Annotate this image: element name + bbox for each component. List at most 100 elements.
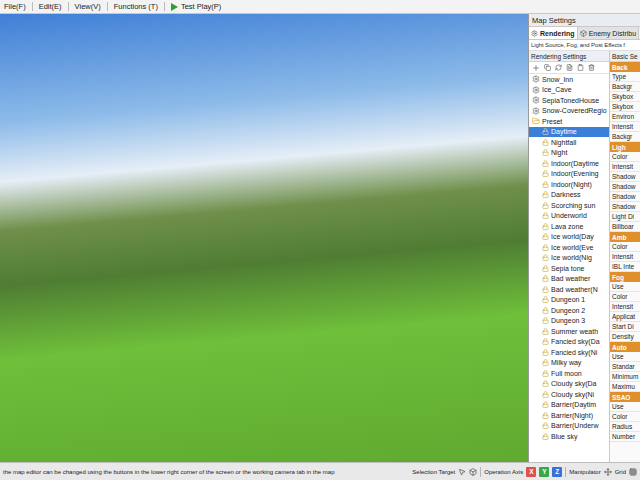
property-row: Radius <box>610 422 640 432</box>
list-item[interactable]: Dungeon 1 <box>529 295 609 306</box>
property-group-header[interactable]: Amb <box>610 232 640 242</box>
status-hint: the map editor can be changed using the … <box>3 469 335 475</box>
gear-icon <box>531 30 538 37</box>
list-item[interactable]: Ice_Cave <box>529 85 609 96</box>
list-item[interactable]: Darkness <box>529 190 609 201</box>
property-row: Shadow <box>610 202 640 212</box>
grid-label: Grid <box>615 469 626 475</box>
copy-icon[interactable] <box>544 64 551 71</box>
lock-icon <box>542 401 549 408</box>
gear-icon <box>532 96 540 104</box>
list-item[interactable]: Bad weather <box>529 274 609 285</box>
lock-icon <box>542 139 549 146</box>
panel-tab[interactable]: Rendering <box>529 27 578 39</box>
list-item[interactable]: Ice world(Eve <box>529 242 609 253</box>
list-item[interactable]: Lava zone <box>529 221 609 232</box>
lock-icon <box>542 338 549 345</box>
add-icon[interactable] <box>532 64 540 72</box>
test-play-button[interactable]: Test Play(P) <box>171 2 221 11</box>
list-item[interactable]: Bad weather(N <box>529 284 609 295</box>
property-row: Light Di <box>610 212 640 222</box>
axis-button[interactable]: Y <box>539 467 549 477</box>
property-row: Number <box>610 432 640 442</box>
move-icon[interactable] <box>604 468 612 476</box>
map-viewport[interactable] <box>0 14 528 462</box>
lock-icon <box>542 296 549 303</box>
list-item[interactable]: Nightfall <box>529 137 609 148</box>
lock-icon <box>542 433 549 440</box>
cube-icon[interactable] <box>469 468 477 476</box>
list-item[interactable]: Blue sky <box>529 431 609 442</box>
property-row: Maximu <box>610 382 640 392</box>
gear-icon <box>532 107 540 115</box>
gear-icon <box>532 86 540 94</box>
menu-item[interactable]: View(V) <box>75 2 101 11</box>
list-item[interactable]: Indoor(Night) <box>529 179 609 190</box>
menu-item[interactable]: Edit(E) <box>39 2 62 11</box>
list-item[interactable]: Dungeon 2 <box>529 305 609 316</box>
list-item[interactable]: Daytime <box>529 127 609 138</box>
lock-icon <box>542 286 549 293</box>
list-item[interactable]: Summer weath <box>529 326 609 337</box>
list-item[interactable]: Indoor(Evening <box>529 169 609 180</box>
axis-button[interactable]: Z <box>552 467 562 477</box>
axis-button[interactable]: X <box>526 467 536 477</box>
property-row: Color <box>610 292 640 302</box>
lock-icon <box>542 160 549 167</box>
property-group-header[interactable]: Fog <box>610 272 640 282</box>
panel-tab[interactable]: Enemy Distribu <box>578 27 639 39</box>
lock-icon <box>542 359 549 366</box>
editor-body: Map SettingsRenderingEnemy DistribuLight… <box>0 14 640 462</box>
property-row: Billboar <box>610 222 640 232</box>
lock-icon <box>542 317 549 324</box>
property-group-header[interactable]: Back <box>610 62 640 72</box>
paste-icon[interactable] <box>577 64 584 71</box>
list-item[interactable]: Cloudy sky(Ni <box>529 389 609 400</box>
selection-target-label: Selection Target <box>412 469 455 475</box>
lock-icon <box>542 212 549 219</box>
list-item[interactable]: Underworld <box>529 211 609 222</box>
menu-item[interactable]: File(F) <box>4 2 26 11</box>
status-bar: the map editor can be changed using the … <box>0 462 640 480</box>
list-item[interactable]: Night <box>529 148 609 159</box>
list-item[interactable]: Snow-CoveredRegio <box>529 106 609 117</box>
property-row: Minimum <box>610 372 640 382</box>
pointer-icon[interactable] <box>458 468 466 476</box>
document-icon[interactable] <box>566 64 573 71</box>
list-item[interactable]: SepiaTonedHouse <box>529 95 609 106</box>
property-row: Intensit <box>610 122 640 132</box>
settings-columns: Rendering SettingsSnow_InnIce_CaveSepiaT… <box>529 51 640 462</box>
list-item[interactable]: Fancied sky(Ni <box>529 347 609 358</box>
list-item[interactable]: Indoor(Daytime <box>529 158 609 169</box>
list-item[interactable]: Barrier(Daytim <box>529 400 609 411</box>
list-item[interactable]: Ice world(Day <box>529 232 609 243</box>
grid-icon[interactable] <box>629 468 637 476</box>
list-item[interactable]: Full moon <box>529 368 609 379</box>
list-item[interactable]: Ice world(Nig <box>529 253 609 264</box>
property-row: Color <box>610 412 640 422</box>
property-row: Use <box>610 282 640 292</box>
list-item[interactable]: Cloudy sky(Da <box>529 379 609 390</box>
list-item[interactable]: Barrier(Underw <box>529 421 609 432</box>
lock-icon <box>542 170 549 177</box>
property-row: Start Di <box>610 322 640 332</box>
refresh-icon[interactable] <box>555 64 562 71</box>
lock-icon <box>542 202 549 209</box>
list-item[interactable]: Dungeon 3 <box>529 316 609 327</box>
list-item[interactable]: Preset <box>529 116 609 127</box>
list-item[interactable]: Scorching sun <box>529 200 609 211</box>
property-group-header[interactable]: Auto <box>610 342 640 352</box>
property-group-header[interactable]: SSAO <box>610 392 640 402</box>
property-group-header[interactable]: Ligh <box>610 142 640 152</box>
property-row: Shadow <box>610 182 640 192</box>
list-item[interactable]: Snow_Inn <box>529 74 609 85</box>
list-item[interactable]: Milky way <box>529 358 609 369</box>
list-item[interactable]: Barrier(Night) <box>529 410 609 421</box>
menu-item[interactable]: Functions (T) <box>114 2 158 11</box>
properties-column: Basic SeBackTypeBackgrSkyboxSkyboxEnviro… <box>610 51 640 462</box>
trash-icon[interactable] <box>588 64 595 71</box>
folder-open-icon <box>532 117 540 125</box>
status-controls: Selection TargetOperation AxisXYZManipul… <box>412 467 637 477</box>
list-item[interactable]: Sepia tone <box>529 263 609 274</box>
list-item[interactable]: Fancied sky(Da <box>529 337 609 348</box>
